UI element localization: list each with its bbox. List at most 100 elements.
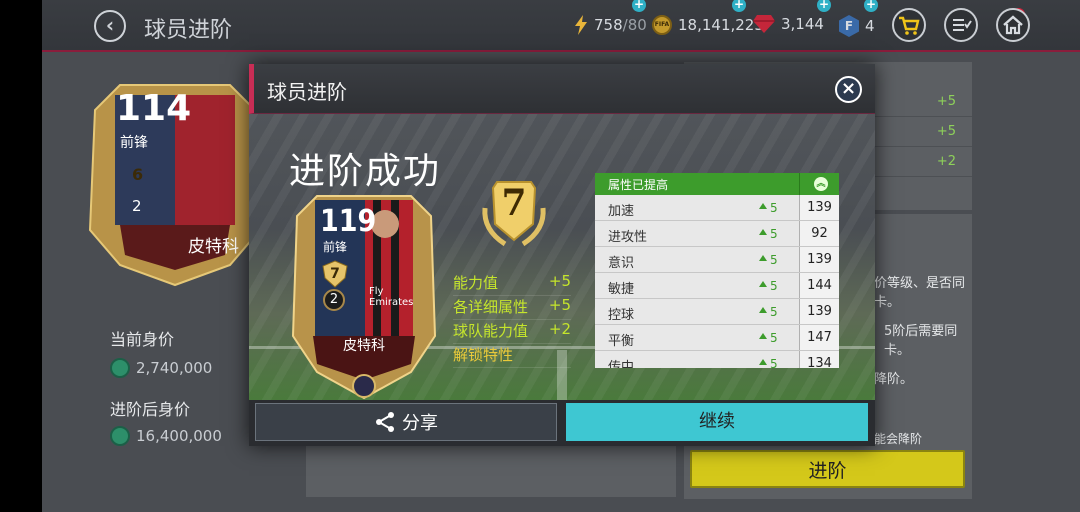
attribute-table[interactable]: 属性已提高 ︽ 加速 5 139 进攻性 5 92 意识 5 139 敏捷 5 144 控球 5 1…: [595, 173, 839, 368]
attribute-value: 147: [799, 325, 839, 350]
gain-item: 各详细属性 +5: [453, 296, 571, 320]
stat-value: +5: [936, 94, 956, 109]
attribute-increase: 5: [770, 201, 778, 215]
gain-value: +5: [548, 272, 571, 290]
after-value: 16,400,000: [110, 426, 222, 446]
energy-add-button[interactable]: +: [632, 0, 646, 12]
cart-icon: [899, 16, 920, 35]
back-button[interactable]: ‹: [94, 10, 126, 42]
dialog-footer: 分享 继续: [249, 400, 875, 446]
fp-value: 4: [865, 17, 875, 35]
attribute-value: 139: [799, 247, 839, 272]
dialog-title: 球员进阶: [267, 80, 347, 104]
info-text: 降阶。: [874, 372, 914, 387]
gain-value: +2: [548, 320, 571, 338]
attribute-name: 敏捷: [608, 282, 635, 297]
current-value-text: 2,740,000: [136, 359, 213, 377]
up-arrow-icon: [759, 229, 767, 235]
attribute-header-label: 属性已提高: [608, 178, 669, 192]
success-title: 进阶成功: [289, 151, 442, 192]
page-title: 球员进阶: [144, 18, 233, 43]
close-icon: ×: [840, 78, 857, 99]
home-icon: [1003, 15, 1023, 35]
current-value: 2,740,000: [110, 358, 212, 378]
attribute-table-header: 属性已提高 ︽: [595, 173, 839, 195]
attribute-increase: 5: [770, 227, 778, 241]
after-value-label: 进阶后身价: [110, 400, 191, 419]
background-bottom-panel: [306, 440, 676, 497]
left-black-bar: [0, 0, 42, 512]
energy-counter: 758/80: [574, 15, 647, 35]
attribute-value: 144: [799, 273, 839, 298]
gain-label: 各详细属性: [453, 298, 529, 316]
background-player-card[interactable]: 114 前锋 6 2 皮特科: [80, 80, 270, 290]
attribute-name: 控球: [608, 308, 635, 323]
attribute-row: 平衡 5 147: [595, 325, 839, 351]
shop-button[interactable]: [892, 8, 926, 42]
fifa-coin-icon: FIFA: [652, 15, 672, 35]
gain-label: 能力值: [453, 274, 499, 292]
attribute-value: 139: [799, 195, 839, 220]
top-bar: ‹ 球员进阶 758/80 + FIFA 18,141,223 + 3,144 …: [42, 0, 1080, 52]
share-icon: [376, 412, 394, 432]
rank-trophy: 7: [475, 178, 553, 250]
card-level: 2: [323, 289, 345, 311]
up-arrow-icon: [759, 281, 767, 287]
attribute-name: 传中: [608, 360, 635, 368]
up-arrow-icon: [759, 255, 767, 261]
attribute-row: 控球 5 139: [595, 299, 839, 325]
trophy-level: 7: [501, 182, 527, 224]
close-button[interactable]: ×: [835, 76, 862, 103]
energy-max: /80: [622, 16, 647, 34]
attribute-value: 139: [799, 299, 839, 324]
attribute-increase: 5: [770, 357, 778, 368]
attribute-increase: 5: [770, 253, 778, 267]
gems-value: 3,144: [781, 15, 824, 33]
coin-icon: [110, 358, 130, 378]
card-position: 前锋: [323, 240, 348, 254]
up-arrow-icon: [759, 359, 767, 365]
bg-card-name: 皮特科: [188, 237, 239, 257]
attribute-row: 加速 5 139: [595, 195, 839, 221]
gain-item: 球队能力值 +2: [453, 320, 571, 344]
attribute-increase: 5: [770, 305, 778, 319]
attribute-increase: 5: [770, 331, 778, 345]
coins-add-button[interactable]: +: [732, 0, 746, 12]
tasks-button[interactable]: [944, 8, 978, 42]
fp-icon: F: [839, 15, 859, 37]
fp-add-button[interactable]: +: [864, 0, 878, 12]
attribute-row: 进攻性 5 92: [595, 221, 839, 247]
chevron-left-icon: ‹: [105, 13, 115, 37]
current-value-label: 当前身价: [110, 330, 175, 349]
stat-value: +2: [936, 154, 956, 169]
collapse-icon[interactable]: ︽: [814, 177, 828, 191]
fp-counter: F 4: [839, 15, 875, 37]
bg-card-rank: 6: [132, 165, 144, 184]
attribute-name: 加速: [608, 204, 635, 219]
player-card: 119 前锋 7 2 Fly Emirates 皮特科: [291, 194, 437, 400]
share-button[interactable]: 分享: [255, 403, 557, 441]
gems-counter: 3,144: [753, 15, 824, 33]
attribute-row: 意识 5 139: [595, 247, 839, 273]
gain-item: 能力值 +5: [453, 272, 571, 296]
card-rank: 7: [330, 266, 340, 282]
advance-success-dialog: 球员进阶 × 进阶成功 119 前锋 7 2 Fly Emirates 皮特科 …: [249, 64, 875, 446]
gain-label: 解锁特性: [453, 346, 514, 364]
gain-item: 解锁特性: [453, 344, 571, 368]
advance-button[interactable]: 进阶: [690, 450, 965, 488]
up-arrow-icon: [759, 203, 767, 209]
checklist-icon: [953, 19, 972, 31]
coins-counter: FIFA 18,141,223: [652, 15, 764, 35]
bg-card-level: 2: [132, 197, 142, 215]
up-arrow-icon: [759, 333, 767, 339]
coin-icon: [110, 426, 130, 446]
lightning-icon: [575, 15, 587, 35]
home-button[interactable]: [996, 8, 1030, 42]
continue-button[interactable]: 继续: [566, 403, 868, 441]
info-text: 价等级、是否同卡。: [874, 276, 966, 310]
dialog-header: 球员进阶 ×: [249, 64, 875, 114]
gems-add-button[interactable]: +: [817, 0, 831, 12]
coins-value: 18,141,223: [678, 16, 764, 34]
up-arrow-icon: [759, 307, 767, 313]
gains-list: 能力值 +5 各详细属性 +5 球队能力值 +2 解锁特性: [453, 272, 571, 368]
